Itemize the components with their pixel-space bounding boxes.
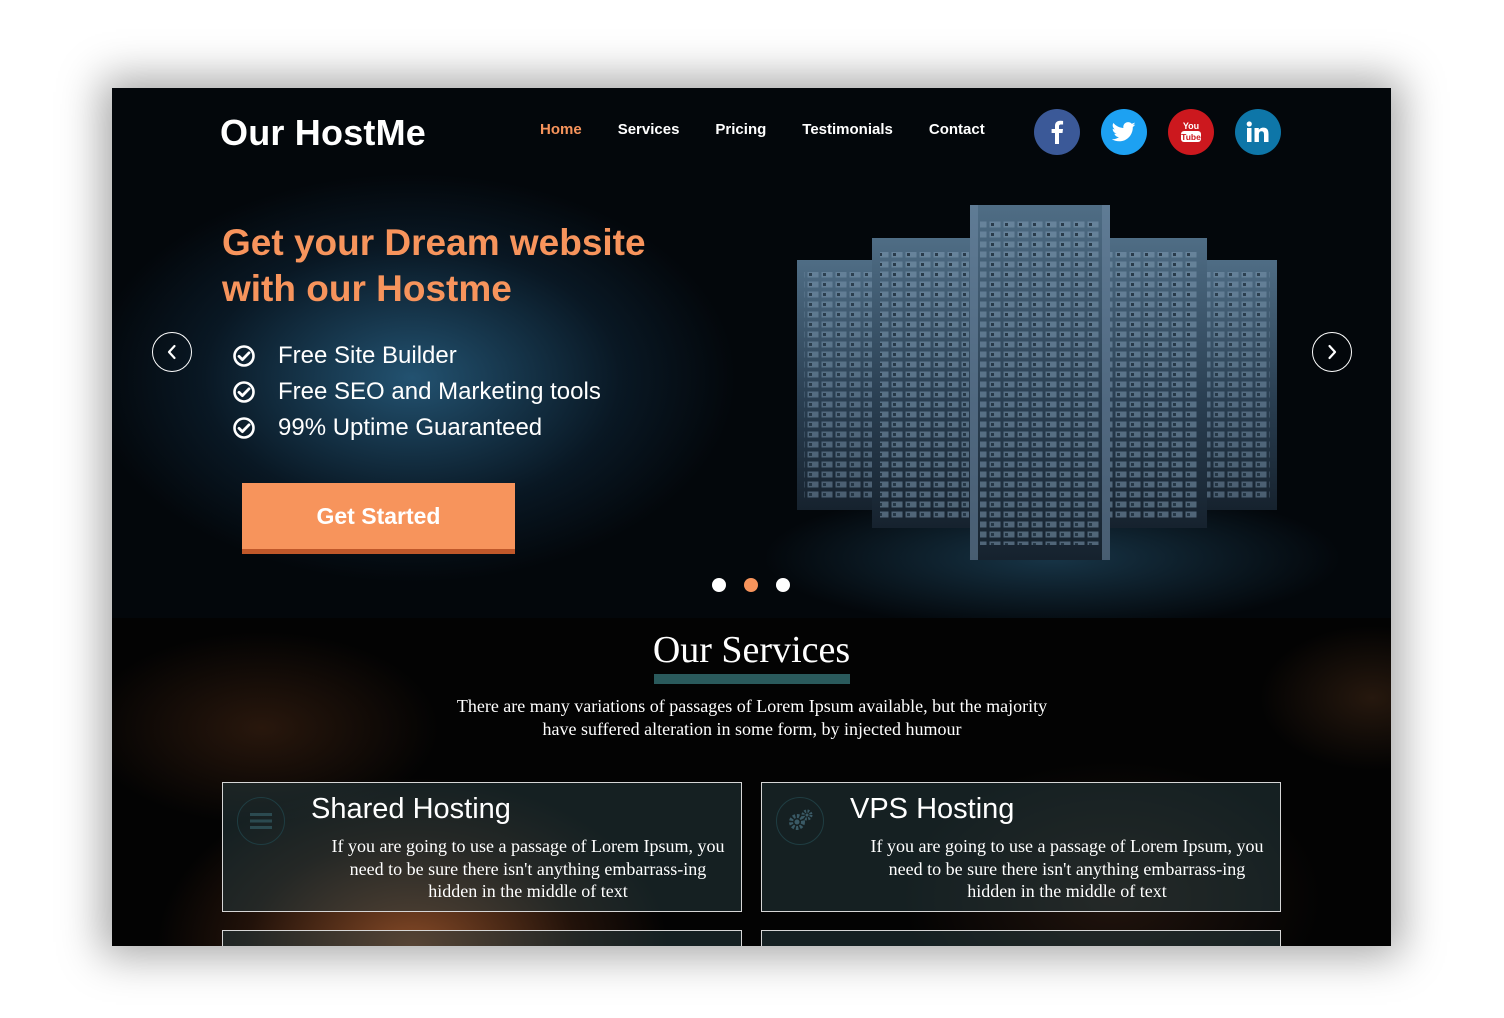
headline-line-2: with our Hostme bbox=[222, 268, 512, 309]
chevron-left-icon bbox=[167, 344, 176, 360]
check-circle-icon bbox=[233, 381, 255, 403]
headline-line-1: Get your Dream website bbox=[222, 222, 646, 263]
svg-text:Tube: Tube bbox=[1181, 132, 1201, 142]
facebook-icon[interactable] bbox=[1034, 109, 1080, 155]
linkedin-icon[interactable] bbox=[1235, 109, 1281, 155]
server-racks-image bbox=[797, 205, 1277, 560]
carousel-next-button[interactable] bbox=[1312, 332, 1352, 372]
website-frame: Our HostMe Home Services Pricing Testimo… bbox=[112, 88, 1391, 946]
service-card-partial bbox=[761, 930, 1281, 946]
service-card-vps-hosting[interactable]: VPS Hosting If you are going to use a pa… bbox=[761, 782, 1281, 912]
nav-home[interactable]: Home bbox=[540, 121, 582, 138]
feature-label: Free Site Builder bbox=[278, 342, 457, 369]
carousel-dot[interactable] bbox=[712, 578, 726, 592]
service-card-partial bbox=[222, 930, 742, 946]
feature-item: Free SEO and Marketing tools bbox=[232, 374, 601, 410]
check-circle-icon bbox=[233, 417, 255, 439]
feature-label: Free SEO and Marketing tools bbox=[278, 378, 601, 405]
nav-pricing[interactable]: Pricing bbox=[715, 121, 766, 138]
title-underline bbox=[654, 674, 850, 684]
svg-text:You: You bbox=[1183, 121, 1199, 131]
services-title: Our Services bbox=[652, 629, 851, 671]
hero-section: Our HostMe Home Services Pricing Testimo… bbox=[112, 88, 1391, 618]
feature-label: 99% Uptime Guaranteed bbox=[278, 414, 543, 441]
check-circle-icon bbox=[233, 345, 255, 367]
feature-item: 99% Uptime Guaranteed bbox=[232, 410, 601, 446]
services-description: There are many variations of passages of… bbox=[456, 696, 1048, 739]
nav-services[interactable]: Services bbox=[618, 121, 680, 138]
card-text: If you are going to use a passage of Lor… bbox=[331, 836, 725, 901]
twitter-icon[interactable] bbox=[1101, 109, 1147, 155]
carousel-dot[interactable] bbox=[776, 578, 790, 592]
get-started-button[interactable]: Get Started bbox=[242, 483, 515, 549]
main-nav: Home Services Pricing Testimonials Conta… bbox=[540, 121, 1021, 138]
gears-icon bbox=[776, 797, 824, 845]
menu-icon bbox=[237, 797, 285, 845]
nav-testimonials[interactable]: Testimonials bbox=[802, 121, 893, 138]
feature-list: Free Site Builder Free SEO and Marketing… bbox=[232, 338, 601, 446]
service-card-shared-hosting[interactable]: Shared Hosting If you are going to use a… bbox=[222, 782, 742, 912]
services-section: Our Services There are many variations o… bbox=[112, 618, 1391, 946]
carousel-indicators bbox=[712, 578, 808, 592]
card-text: If you are going to use a passage of Lor… bbox=[870, 836, 1264, 901]
card-title: Shared Hosting bbox=[311, 793, 511, 825]
feature-item: Free Site Builder bbox=[232, 338, 601, 374]
youtube-icon[interactable]: You Tube bbox=[1168, 109, 1214, 155]
hero-headline: Get your Dream website with our Hostme bbox=[222, 220, 646, 312]
social-links: You Tube bbox=[1034, 109, 1302, 155]
chevron-right-icon bbox=[1328, 344, 1337, 360]
carousel-dot-active[interactable] bbox=[744, 578, 758, 592]
card-title: VPS Hosting bbox=[850, 793, 1015, 825]
carousel-prev-button[interactable] bbox=[152, 332, 192, 372]
nav-contact[interactable]: Contact bbox=[929, 121, 985, 138]
site-logo[interactable]: Our HostMe bbox=[220, 112, 426, 154]
